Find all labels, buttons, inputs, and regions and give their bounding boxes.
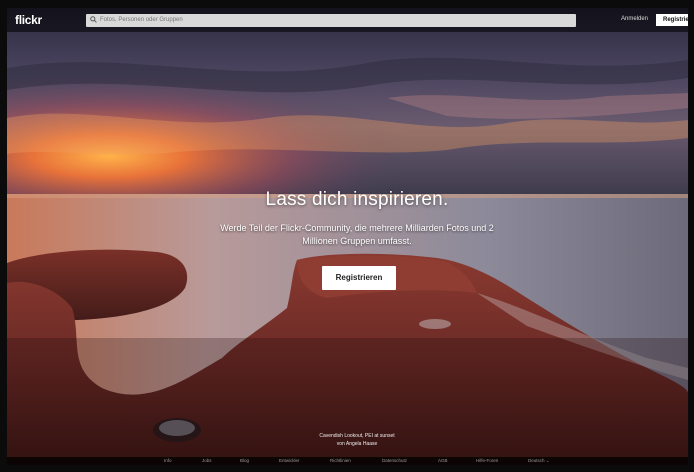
footer-link-blog[interactable]: Blog: [240, 458, 249, 464]
footer-link-jobs[interactable]: Jobs: [202, 458, 212, 464]
footer-bar: Info Jobs Blog Entwickler Richtlinien Da…: [7, 457, 688, 465]
search-icon: [90, 16, 97, 23]
footer-link-terms[interactable]: AGB: [438, 458, 448, 464]
photo-credit[interactable]: Cavendish Lookout, PEI at sunset von Ang…: [7, 432, 688, 448]
footer-link-guidelines[interactable]: Richtlinien: [330, 458, 351, 464]
footer-link-developers[interactable]: Entwickler: [279, 458, 300, 464]
photo-credit-title: Cavendish Lookout, PEI at sunset: [319, 433, 395, 439]
login-link[interactable]: Anmelden: [621, 16, 648, 22]
photo-credit-author: von Angela Haase: [336, 441, 378, 447]
search-placeholder: Fotos, Personen oder Gruppen: [100, 17, 183, 23]
language-selector[interactable]: Deutsch ⌄: [528, 458, 550, 464]
top-navigation-bar: flickr Fotos, Personen oder Gruppen Anme…: [7, 8, 688, 32]
signup-button-hero[interactable]: Registrieren: [322, 266, 396, 290]
footer-link-info[interactable]: Info: [164, 458, 172, 464]
footer-link-privacy[interactable]: Datenschutz: [382, 458, 407, 464]
signup-button-header[interactable]: Registrieren: [656, 14, 688, 26]
hero-title: Lass dich inspirieren.: [265, 189, 449, 210]
search-input[interactable]: Fotos, Personen oder Gruppen: [86, 14, 576, 27]
browser-viewport: flickr Fotos, Personen oder Gruppen Anme…: [7, 8, 688, 465]
hero-subtitle: Werde Teil der Flickr-Community, die meh…: [220, 223, 494, 246]
footer-link-help-forum[interactable]: Hilfe-Foren: [476, 458, 498, 464]
flickr-logo[interactable]: flickr: [15, 13, 42, 27]
